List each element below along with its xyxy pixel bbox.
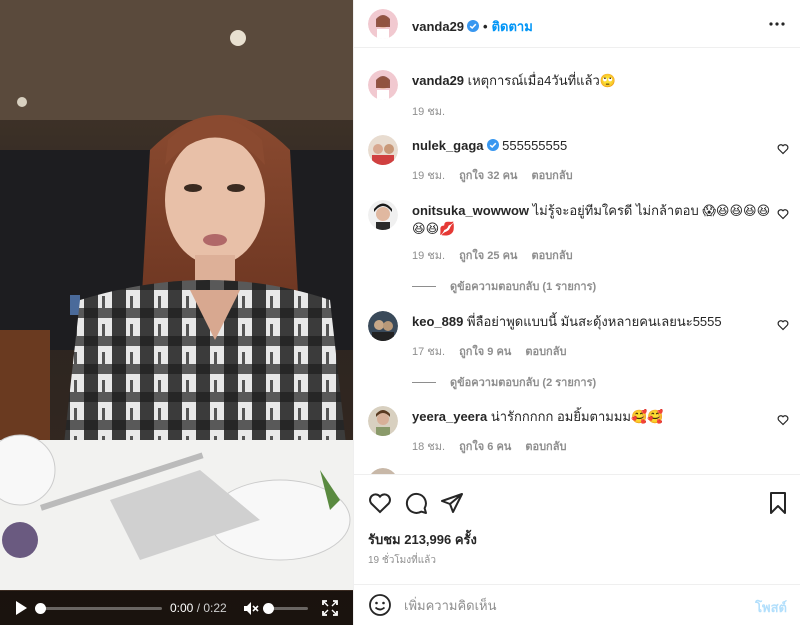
view-replies-button[interactable]: ดูข้อความตอบกลับ (2 รายการ): [412, 373, 596, 391]
post-header: vanda29 • ติดตาม: [354, 0, 800, 48]
laughing-emoji: 😆: [756, 203, 771, 218]
emoji-picker-icon[interactable]: [368, 593, 392, 617]
comment-like-heart-icon[interactable]: [777, 143, 789, 155]
reply-button[interactable]: ตอบกลับ: [525, 346, 566, 358]
more-horizontal-icon[interactable]: [769, 17, 785, 31]
laughing-emoji: 😆: [715, 203, 730, 218]
screaming-face-emoji: 😱: [702, 203, 716, 218]
comment-meta: 19 ชม. ถูกใจ 25 คน ตอบกลับ: [412, 246, 587, 264]
caption-avatar[interactable]: [368, 70, 398, 100]
share-icon[interactable]: [440, 491, 464, 515]
view-replies-button[interactable]: ดูข้อความตอบกลับ (1 รายการ): [412, 277, 596, 295]
kiss-mark-emoji: 💋: [439, 221, 456, 236]
comment-username[interactable]: keo_889: [412, 314, 463, 329]
smiling-hearts-emoji: 🥰: [630, 409, 648, 424]
comments-list[interactable]: vanda29 เหตุการณ์เมื่อ4วันที่แล้ว🙄 19 ชม…: [354, 48, 800, 474]
caption-time: 19 ชม.: [412, 106, 446, 118]
fullscreen-icon[interactable]: [322, 600, 338, 616]
comment-username[interactable]: nulek_gaga: [412, 138, 484, 153]
verified-badge-icon: [467, 20, 480, 32]
author-username[interactable]: vanda29: [412, 19, 464, 34]
smiling-hearts-emoji: 🥰: [647, 409, 664, 424]
post-actions: รับชม 213,996 ครั้ง 19 ชั่วโมงที่แล้ว: [354, 474, 800, 584]
follow-button[interactable]: ติดตาม: [492, 19, 533, 34]
view-count[interactable]: รับชม 213,996 ครั้ง: [368, 529, 477, 550]
video-player[interactable]: 0:00 / 0:22: [0, 0, 353, 625]
laughing-emoji: 😆: [412, 221, 426, 236]
video-progress-bar[interactable]: [35, 603, 162, 614]
comment-likes[interactable]: ถูกใจ 9 คน: [459, 346, 511, 358]
muted-speaker-icon[interactable]: [243, 600, 260, 617]
comment-meta: 19 ชม. ถูกใจ 32 คน ตอบกลับ: [412, 166, 587, 184]
replies-divider: [412, 381, 436, 383]
caption-text-line: vanda29 เหตุการณ์เมื่อ4วันที่แล้ว🙄: [412, 72, 772, 90]
laughing-emoji: 😆: [729, 203, 744, 218]
comment-time: 19 ชม.: [412, 170, 446, 182]
comment-time: 19 ชม.: [412, 250, 446, 262]
caption-meta: 19 ชม.: [412, 102, 459, 120]
commenter-avatar[interactable]: [368, 311, 398, 341]
comment-time: 18 ชม.: [412, 441, 446, 453]
video-controls: 0:00 / 0:22: [0, 591, 353, 625]
verified-badge-icon: [486, 139, 499, 151]
laughing-emoji: 😆: [425, 221, 440, 236]
commenter-avatar[interactable]: [368, 406, 398, 436]
comment-like-heart-icon[interactable]: [777, 414, 789, 426]
commenter-avatar[interactable]: [368, 200, 398, 230]
post-comment-button[interactable]: โพสต์: [755, 597, 787, 618]
video-time-separator: /: [193, 601, 204, 615]
comment-likes[interactable]: ถูกใจ 25 คน: [459, 250, 517, 262]
video-progress-knob[interactable]: [35, 603, 46, 614]
replies-divider: [412, 285, 436, 287]
rolling-eyes-emoji: 🙄: [599, 73, 616, 88]
play-icon[interactable]: [13, 600, 29, 616]
volume-knob[interactable]: [263, 603, 274, 614]
laughing-emoji: 😆: [743, 203, 757, 218]
comment-likes[interactable]: ถูกใจ 32 คน: [459, 170, 517, 182]
reply-button[interactable]: ตอบกลับ: [531, 250, 572, 262]
heart-icon[interactable]: [368, 491, 392, 515]
comment-username[interactable]: onitsuka_wowwow: [412, 203, 529, 218]
bookmark-icon[interactable]: [766, 491, 790, 515]
comment-icon[interactable]: [404, 491, 428, 515]
video-frame: [0, 0, 353, 625]
comment-meta: 17 ชม. ถูกใจ 9 คน ตอบกลับ: [412, 342, 580, 360]
comment-username[interactable]: yeera_yeera: [412, 409, 487, 424]
comment-text-line: nulek_gaga 555555555: [412, 137, 772, 155]
header-separator: •: [483, 19, 488, 34]
post-timestamp[interactable]: 19 ชั่วโมงที่แล้ว: [368, 553, 436, 568]
author-avatar[interactable]: [368, 9, 398, 39]
comment-text: ไม่รู้จะอยู่ทีมใครดี ไม่กล้าตอบ: [532, 203, 699, 218]
comment-text-line: keo_889 พี่ลือย่าพูดแบบนี้ มันสะดุ้งหลาย…: [412, 313, 772, 331]
view-replies-label: ดูข้อความตอบกลับ (2 รายการ): [450, 377, 597, 389]
caption-username[interactable]: vanda29: [412, 73, 464, 88]
view-replies-label: ดูข้อความตอบกลับ (1 รายการ): [450, 281, 597, 293]
comment-input[interactable]: [404, 594, 734, 616]
video-current-time: 0:00: [170, 601, 194, 615]
video-duration: 0:22: [203, 601, 227, 615]
volume-slider[interactable]: [263, 603, 308, 614]
comment-time: 17 ชม.: [412, 346, 446, 358]
comment-like-heart-icon[interactable]: [777, 208, 789, 220]
reply-button[interactable]: ตอบกลับ: [531, 170, 572, 182]
comment-meta: 18 ชม. ถูกใจ 6 คน ตอบกลับ: [412, 437, 580, 455]
comment-text-line: onitsuka_wowwow ไม่รู้จะอยู่ทีมใครดี ไม่…: [412, 202, 772, 238]
caption-text: เหตุการณ์เมื่อ4วันที่แล้ว: [467, 73, 600, 88]
comment-likes[interactable]: ถูกใจ 6 คน: [459, 441, 511, 453]
video-time: 0:00 / 0:22: [170, 601, 227, 615]
commenter-avatar[interactable]: [368, 135, 398, 165]
comment-text: 555555555: [502, 138, 568, 153]
comment-text: พี่ลือย่าพูดแบบนี้ มันสะดุ้งหลายคนเลยนะ5…: [466, 314, 722, 329]
add-comment-bar: โพสต์: [354, 584, 800, 625]
post-panel: vanda29 • ติดตาม vanda29 เหตุการณ์เมื่อ4วั…: [353, 0, 800, 625]
reply-button[interactable]: ตอบกลับ: [525, 441, 566, 453]
comment-text-line: yeera_yeera น่ารักกกกก อมยิ้มตามมม🥰🥰: [412, 408, 772, 426]
comment-like-heart-icon[interactable]: [777, 319, 789, 331]
comment-text: น่ารักกกกก อมยิ้มตามมม: [490, 409, 631, 424]
